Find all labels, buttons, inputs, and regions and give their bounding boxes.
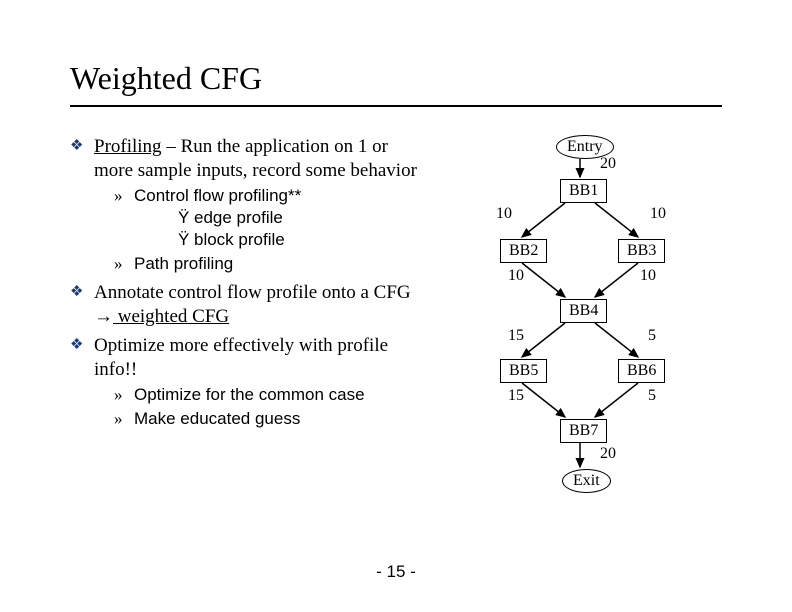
node-bb1: BB1 — [560, 179, 607, 203]
sub-path-profiling: Path profiling — [94, 253, 430, 275]
weight-entry-bb1: 20 — [600, 155, 616, 173]
node-bb3: BB3 — [618, 239, 665, 263]
bullet-optimize: Optimize more effectively with profile i… — [70, 334, 430, 430]
page-number: - 15 - — [0, 562, 792, 582]
bullet-list: Profiling – Run the application on 1 or … — [70, 135, 430, 430]
bullet-profiling: Profiling – Run the application on 1 or … — [70, 135, 430, 275]
cfg-diagram: Entry 20 BB1 10 10 BB2 BB3 10 10 BB4 15 … — [450, 135, 722, 565]
node-bb7: BB7 — [560, 419, 607, 443]
weight-bb3-bb4: 10 — [640, 267, 656, 285]
arrow-icon: → — [94, 306, 113, 327]
subsub-block-profile: block profile — [134, 229, 430, 251]
bullet-annotate-a: Annotate control flow profile onto a CFG — [94, 282, 411, 303]
subsub-list-cfp: edge profile block profile — [134, 207, 430, 251]
sub-control-flow-label: Control flow profiling** — [134, 186, 301, 205]
bullet-annotate: Annotate control flow profile onto a CFG… — [70, 281, 430, 329]
weight-bb1-bb2: 10 — [496, 205, 512, 223]
content-area: Profiling – Run the application on 1 or … — [70, 135, 722, 565]
weight-bb6-bb7: 5 — [648, 387, 656, 405]
text-column: Profiling – Run the application on 1 or … — [70, 135, 430, 565]
sub-educated-guess: Make educated guess — [94, 408, 430, 430]
slide-title: Weighted CFG — [70, 60, 722, 107]
slide: Weighted CFG Profiling – Run the applica… — [0, 0, 792, 612]
sub-common-case: Optimize for the common case — [94, 384, 430, 406]
node-bb6: BB6 — [618, 359, 665, 383]
sub-control-flow-profiling: Control flow profiling** edge profile bl… — [94, 185, 430, 251]
node-exit: Exit — [562, 469, 611, 493]
node-bb4: BB4 — [560, 299, 607, 323]
weight-bb4-bb5: 15 — [508, 327, 524, 345]
node-bb5: BB5 — [500, 359, 547, 383]
sub-list-profiling: Control flow profiling** edge profile bl… — [94, 185, 430, 275]
node-bb2: BB2 — [500, 239, 547, 263]
sub-list-optimize: Optimize for the common case Make educat… — [94, 384, 430, 430]
bullet-optimize-text: Optimize more effectively with profile i… — [94, 335, 388, 380]
subsub-edge-profile: edge profile — [134, 207, 430, 229]
weight-bb1-bb3: 10 — [650, 205, 666, 223]
weight-bb4-bb6: 5 — [648, 327, 656, 345]
bullet-profiling-keyword: Profiling — [94, 136, 162, 157]
weight-bb5-bb7: 15 — [508, 387, 524, 405]
weight-bb7-exit: 20 — [600, 445, 616, 463]
weight-bb2-bb4: 10 — [508, 267, 524, 285]
bullet-annotate-b: weighted CFG — [113, 306, 229, 327]
